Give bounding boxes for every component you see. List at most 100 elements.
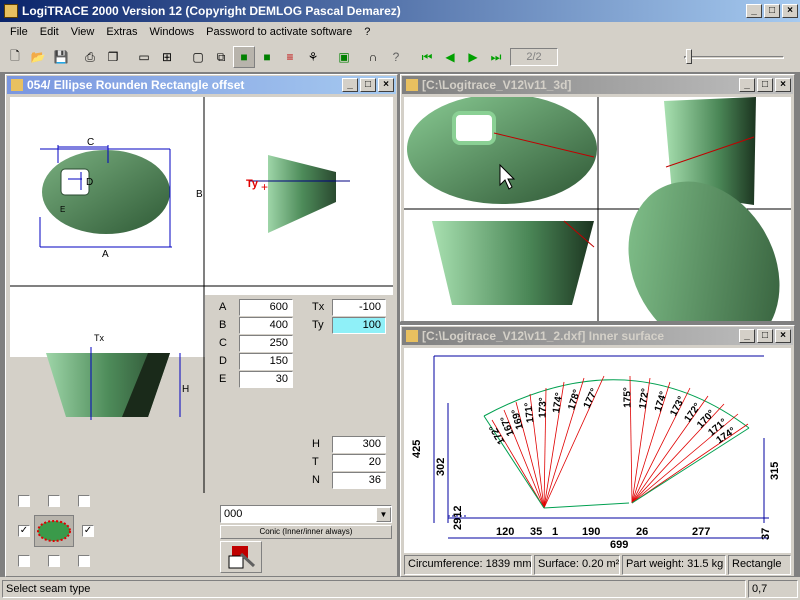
chevron-down-icon[interactable]: ▼ [376, 506, 391, 522]
label-c: C [87, 137, 94, 148]
zoom-slider-thumb[interactable] [686, 49, 692, 64]
seam-checkbox-br[interactable] [78, 555, 90, 567]
app-title: LogiTRACE 2000 Version 12 (Copyright DEM… [22, 4, 401, 18]
params-label: A [219, 301, 227, 313]
document-icon [11, 79, 23, 91]
params-input[interactable]: 150 [239, 352, 293, 370]
menu-bar: File Edit View Extras Windows Password t… [0, 22, 800, 41]
conic-button[interactable]: Conic (Inner/inner always) [220, 525, 392, 539]
params-input[interactable]: 400 [239, 316, 293, 334]
menu-edit[interactable]: Edit [34, 26, 65, 38]
params2-list: H 300 T 20 N 36 [312, 435, 386, 489]
label-b: B [196, 189, 203, 200]
label-e: E [60, 205, 65, 214]
dxf-close-button[interactable]: × [775, 329, 791, 343]
copy-icon[interactable]: ❐ [102, 46, 124, 68]
view3d-title: [C:\Logitrace_V12\v11_3d] [422, 78, 572, 92]
child-maximize-button[interactable]: □ [360, 78, 376, 92]
close-button[interactable]: × [782, 4, 798, 18]
app-titlebar: LogiTRACE 2000 Version 12 (Copyright DEM… [0, 0, 800, 22]
app-status-bar: Select seam type 0,7 [0, 578, 800, 600]
first-page-icon[interactable]: ⏮ [416, 46, 438, 68]
color-layers-icon[interactable]: ≡ [279, 46, 301, 68]
material-combo[interactable]: 000 ▼ [220, 505, 392, 523]
params-label: B [219, 319, 227, 331]
quad-view-icon[interactable]: ⊞ [156, 46, 178, 68]
wireframe-box-icon[interactable]: ▢ [187, 46, 209, 68]
offsets-row: Ty 100 [312, 316, 386, 334]
prev-page-icon[interactable]: ◀ [439, 46, 461, 68]
single-view-icon[interactable]: ▭ [133, 46, 155, 68]
frame-icon[interactable]: ▣ [333, 46, 355, 68]
seam-checkbox-tl[interactable] [18, 495, 30, 507]
params2-input[interactable]: 36 [332, 471, 386, 489]
params2-label: N [312, 474, 320, 486]
menu-password[interactable]: Password to activate software [200, 26, 358, 38]
dim-1: 1 [552, 526, 558, 538]
help-icon[interactable]: ? [385, 46, 407, 68]
menu-windows[interactable]: Windows [144, 26, 201, 38]
view3d-minimize-button[interactable]: _ [739, 78, 755, 92]
view3d-canvas[interactable] [404, 97, 791, 321]
flat-pattern-canvas[interactable]: 172°167°169°171° 173° 174° 178°177° 175° 172°… [404, 348, 791, 553]
curve-icon[interactable]: ∩ [362, 46, 384, 68]
params2-input[interactable]: 300 [332, 435, 386, 453]
print-icon[interactable]: ⎙ [79, 46, 101, 68]
seam-tool-button[interactable] [220, 541, 262, 573]
next-page-icon[interactable]: ▶ [462, 46, 484, 68]
menu-help[interactable]: ? [358, 26, 376, 38]
params-list: A 600 B 400 C 250 D 150 E 30 [219, 298, 293, 388]
view3d-close-button[interactable]: × [775, 78, 791, 92]
3d-cone-front [432, 221, 594, 305]
seam-checkbox-tm[interactable] [48, 495, 60, 507]
save-icon[interactable]: 💾 [50, 46, 72, 68]
params-input[interactable]: 250 [239, 334, 293, 352]
menu-extras[interactable]: Extras [100, 26, 143, 38]
angle-label: 178° [566, 388, 583, 411]
dxf-maximize-button[interactable]: □ [757, 329, 773, 343]
seam-checkbox-ml[interactable]: ✓ [18, 525, 30, 537]
dxf-minimize-button[interactable]: _ [739, 329, 755, 343]
params2-row: H 300 [312, 435, 386, 453]
seam-checkbox-mr[interactable]: ✓ [82, 525, 94, 537]
params-row: B 400 [219, 316, 293, 334]
tree-icon[interactable]: ⚘ [302, 46, 324, 68]
green-solid-icon[interactable]: ■ [233, 46, 255, 68]
menu-file[interactable]: File [4, 26, 34, 38]
seam-checkbox-tr[interactable] [78, 495, 90, 507]
maximize-button[interactable]: □ [764, 4, 780, 18]
offsets-row: Tx -100 [312, 298, 386, 316]
angle-label: 177° [582, 387, 601, 410]
seam-checkbox-bl[interactable] [18, 555, 30, 567]
child-close-button[interactable]: × [378, 78, 394, 92]
params2-input[interactable]: 20 [332, 453, 386, 471]
dim-2912: 2912 [452, 506, 464, 530]
child-minimize-button[interactable]: _ [342, 78, 358, 92]
label-tx: Tx [94, 333, 104, 343]
angle-label: 172° [638, 388, 652, 410]
seam-tool-icon [228, 546, 256, 569]
label-h: H [182, 384, 189, 395]
zoom-slider[interactable] [684, 47, 784, 67]
params-row: A 600 [219, 298, 293, 316]
dim-26: 26 [636, 526, 648, 538]
cone-side-view [268, 155, 336, 233]
minimize-button[interactable]: _ [746, 4, 762, 18]
conic-button-label: Conic (Inner/inner always) [259, 527, 353, 536]
last-page-icon[interactable]: ⏭ [485, 46, 507, 68]
offsets-input[interactable]: -100 [332, 298, 386, 316]
status-value: 0,7 [748, 580, 798, 598]
menu-view[interactable]: View [65, 26, 101, 38]
seam-ellipse-icon[interactable] [34, 515, 74, 547]
params-input[interactable]: 30 [239, 370, 293, 388]
offsets-input[interactable]: 100 [332, 316, 386, 334]
params-input[interactable]: 600 [239, 298, 293, 316]
shape-status: Rectangle [728, 555, 791, 575]
view3d-maximize-button[interactable]: □ [757, 78, 773, 92]
seam-checkbox-bm[interactable] [48, 555, 60, 567]
green-box-icon[interactable]: ■ [256, 46, 278, 68]
box-icon[interactable]: ⧉ [210, 46, 232, 68]
dim-277: 277 [692, 526, 710, 538]
new-file-icon[interactable]: 🗋 [4, 46, 26, 68]
open-folder-icon[interactable]: 📂 [27, 46, 49, 68]
